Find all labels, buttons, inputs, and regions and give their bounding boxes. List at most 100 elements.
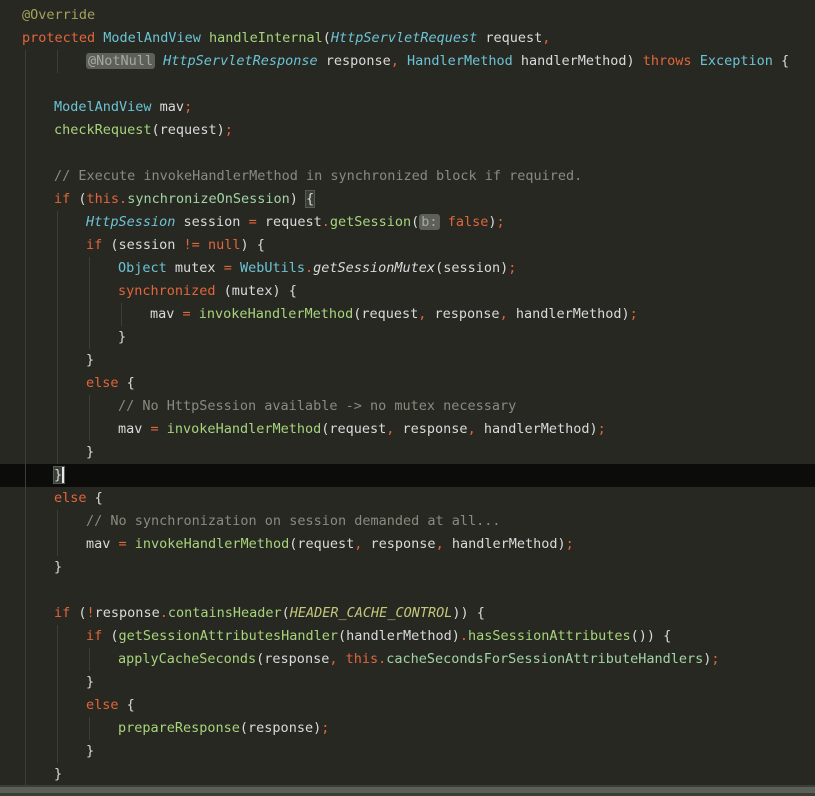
indent-guide <box>25 740 26 763</box>
code-token: checkRequest <box>54 122 152 138</box>
code-line[interactable]: } <box>0 441 815 464</box>
code-line[interactable]: ModelAndView mav; <box>0 96 815 119</box>
code-token: (session) <box>435 260 509 276</box>
code-line[interactable]: protected ModelAndView handleInternal(Ht… <box>0 27 815 50</box>
code-token: if <box>54 605 71 621</box>
code-token: { <box>118 375 135 391</box>
code-token: } <box>54 766 63 782</box>
code-token: prepareResponse <box>118 720 240 736</box>
code-line[interactable] <box>0 73 815 96</box>
code-token: (response <box>256 651 330 667</box>
code-line[interactable]: @NotNull HttpServletResponse response, H… <box>0 50 815 73</box>
code-token: } <box>118 329 127 345</box>
code-token: ) <box>289 191 307 207</box>
horizontal-scrollbar[interactable] <box>0 785 815 796</box>
code-token: )) { <box>452 605 485 621</box>
indent-guide <box>57 671 58 694</box>
code-line[interactable] <box>0 579 815 602</box>
code-token: } <box>86 674 95 690</box>
code-token: . <box>321 214 330 230</box>
code-line[interactable]: // Execute invokeHandlerMethod in synchr… <box>0 165 815 188</box>
code-token: { <box>118 697 135 713</box>
code-token: = <box>248 214 257 230</box>
code-token: ()) { <box>630 628 672 644</box>
indent-guide <box>25 763 26 786</box>
code-line[interactable]: if (!response.containsHeader(HEADER_CACH… <box>0 602 815 625</box>
code-line[interactable]: if (getSessionAttributesHandler(handlerM… <box>0 625 815 648</box>
code-line[interactable]: Object mutex = WebUtils.getSessionMutex(… <box>0 257 815 280</box>
code-token: ; <box>224 122 233 138</box>
code-token: ; <box>597 421 606 437</box>
code-token: WebUtils <box>239 260 305 276</box>
indent-guide <box>25 510 26 533</box>
code-token: } <box>52 466 66 484</box>
code-token: ( <box>322 30 331 46</box>
code-editor[interactable]: @Override protected ModelAndView handleIn… <box>0 0 815 796</box>
code-token: = <box>223 260 232 276</box>
code-token: ; <box>565 536 574 552</box>
indent-guide <box>57 625 58 648</box>
indent-guide <box>25 349 26 372</box>
code-line[interactable]: synchronized (mutex) { <box>0 280 815 303</box>
code-line[interactable]: } <box>0 763 815 786</box>
code-token: response <box>317 53 391 69</box>
code-line[interactable]: if (this.synchronizeOnSession) { <box>0 188 815 211</box>
code-token: ; <box>629 306 638 322</box>
scrollbar-thumb[interactable] <box>0 787 815 793</box>
indent-guide <box>57 280 58 303</box>
code-line[interactable]: } <box>0 326 815 349</box>
indent-guide <box>25 533 26 556</box>
code-line[interactable]: mav = invokeHandlerMethod(request, respo… <box>0 418 815 441</box>
code-line[interactable]: } <box>0 671 815 694</box>
code-line[interactable]: else { <box>0 372 815 395</box>
code-token: != <box>183 237 200 253</box>
indent-guide <box>121 303 122 326</box>
code-line[interactable]: prepareResponse(response); <box>0 717 815 740</box>
code-token: else <box>54 490 87 506</box>
code-line[interactable]: else { <box>0 694 815 717</box>
code-line[interactable] <box>0 142 815 165</box>
code-token: ( <box>102 628 119 644</box>
code-token: . <box>119 191 128 207</box>
indent-guide <box>25 372 26 395</box>
indent-guide <box>57 740 58 763</box>
code-line[interactable]: HttpSession session = request.getSession… <box>0 211 815 234</box>
code-line[interactable]: mav = invokeHandlerMethod(request, respo… <box>0 303 815 326</box>
code-token: this <box>86 191 120 207</box>
code-token: // No HttpSession available -> no mutex … <box>118 398 517 414</box>
code-line[interactable]: mav = invokeHandlerMethod(request, respo… <box>0 533 815 556</box>
code-token: if <box>54 191 71 207</box>
code-token: HttpServletRequest <box>330 30 478 46</box>
code-token: (mutex) { <box>215 283 297 299</box>
code-line[interactable]: checkRequest(request); <box>0 119 815 142</box>
indent-guide <box>89 648 90 671</box>
code-line[interactable]: @Override <box>0 4 815 27</box>
code-token: cacheSecondsForSessionAttributeHandlers <box>386 651 704 667</box>
code-line[interactable]: // No HttpSession available -> no mutex … <box>0 395 815 418</box>
indent-guide <box>25 648 26 671</box>
indent-guide <box>25 165 26 188</box>
code-line[interactable]: applyCacheSeconds(response, this.cacheSe… <box>0 648 815 671</box>
code-token: invokeHandlerMethod <box>166 421 322 437</box>
indent-guide <box>57 326 58 349</box>
code-line[interactable]: // No synchronization on session demande… <box>0 510 815 533</box>
code-line[interactable]: } <box>0 464 815 487</box>
indent-guide <box>89 257 90 280</box>
code-token: handlerMethod) <box>443 536 566 552</box>
code-token: if <box>86 628 103 644</box>
indent-guide <box>25 73 26 96</box>
indent-guide <box>57 257 58 280</box>
code-token: getSessionAttributesHandler <box>118 628 338 644</box>
code-token: handlerMethod) <box>507 306 630 322</box>
code-line[interactable]: } <box>0 349 815 372</box>
code-token: mav <box>150 306 183 322</box>
code-line[interactable]: } <box>0 556 815 579</box>
code-token: response <box>394 421 468 437</box>
code-line[interactable]: if (session != null) { <box>0 234 815 257</box>
code-line[interactable]: } <box>0 740 815 763</box>
code-token: , <box>435 536 444 552</box>
code-token: ( <box>70 191 87 207</box>
code-line[interactable]: else { <box>0 487 815 510</box>
